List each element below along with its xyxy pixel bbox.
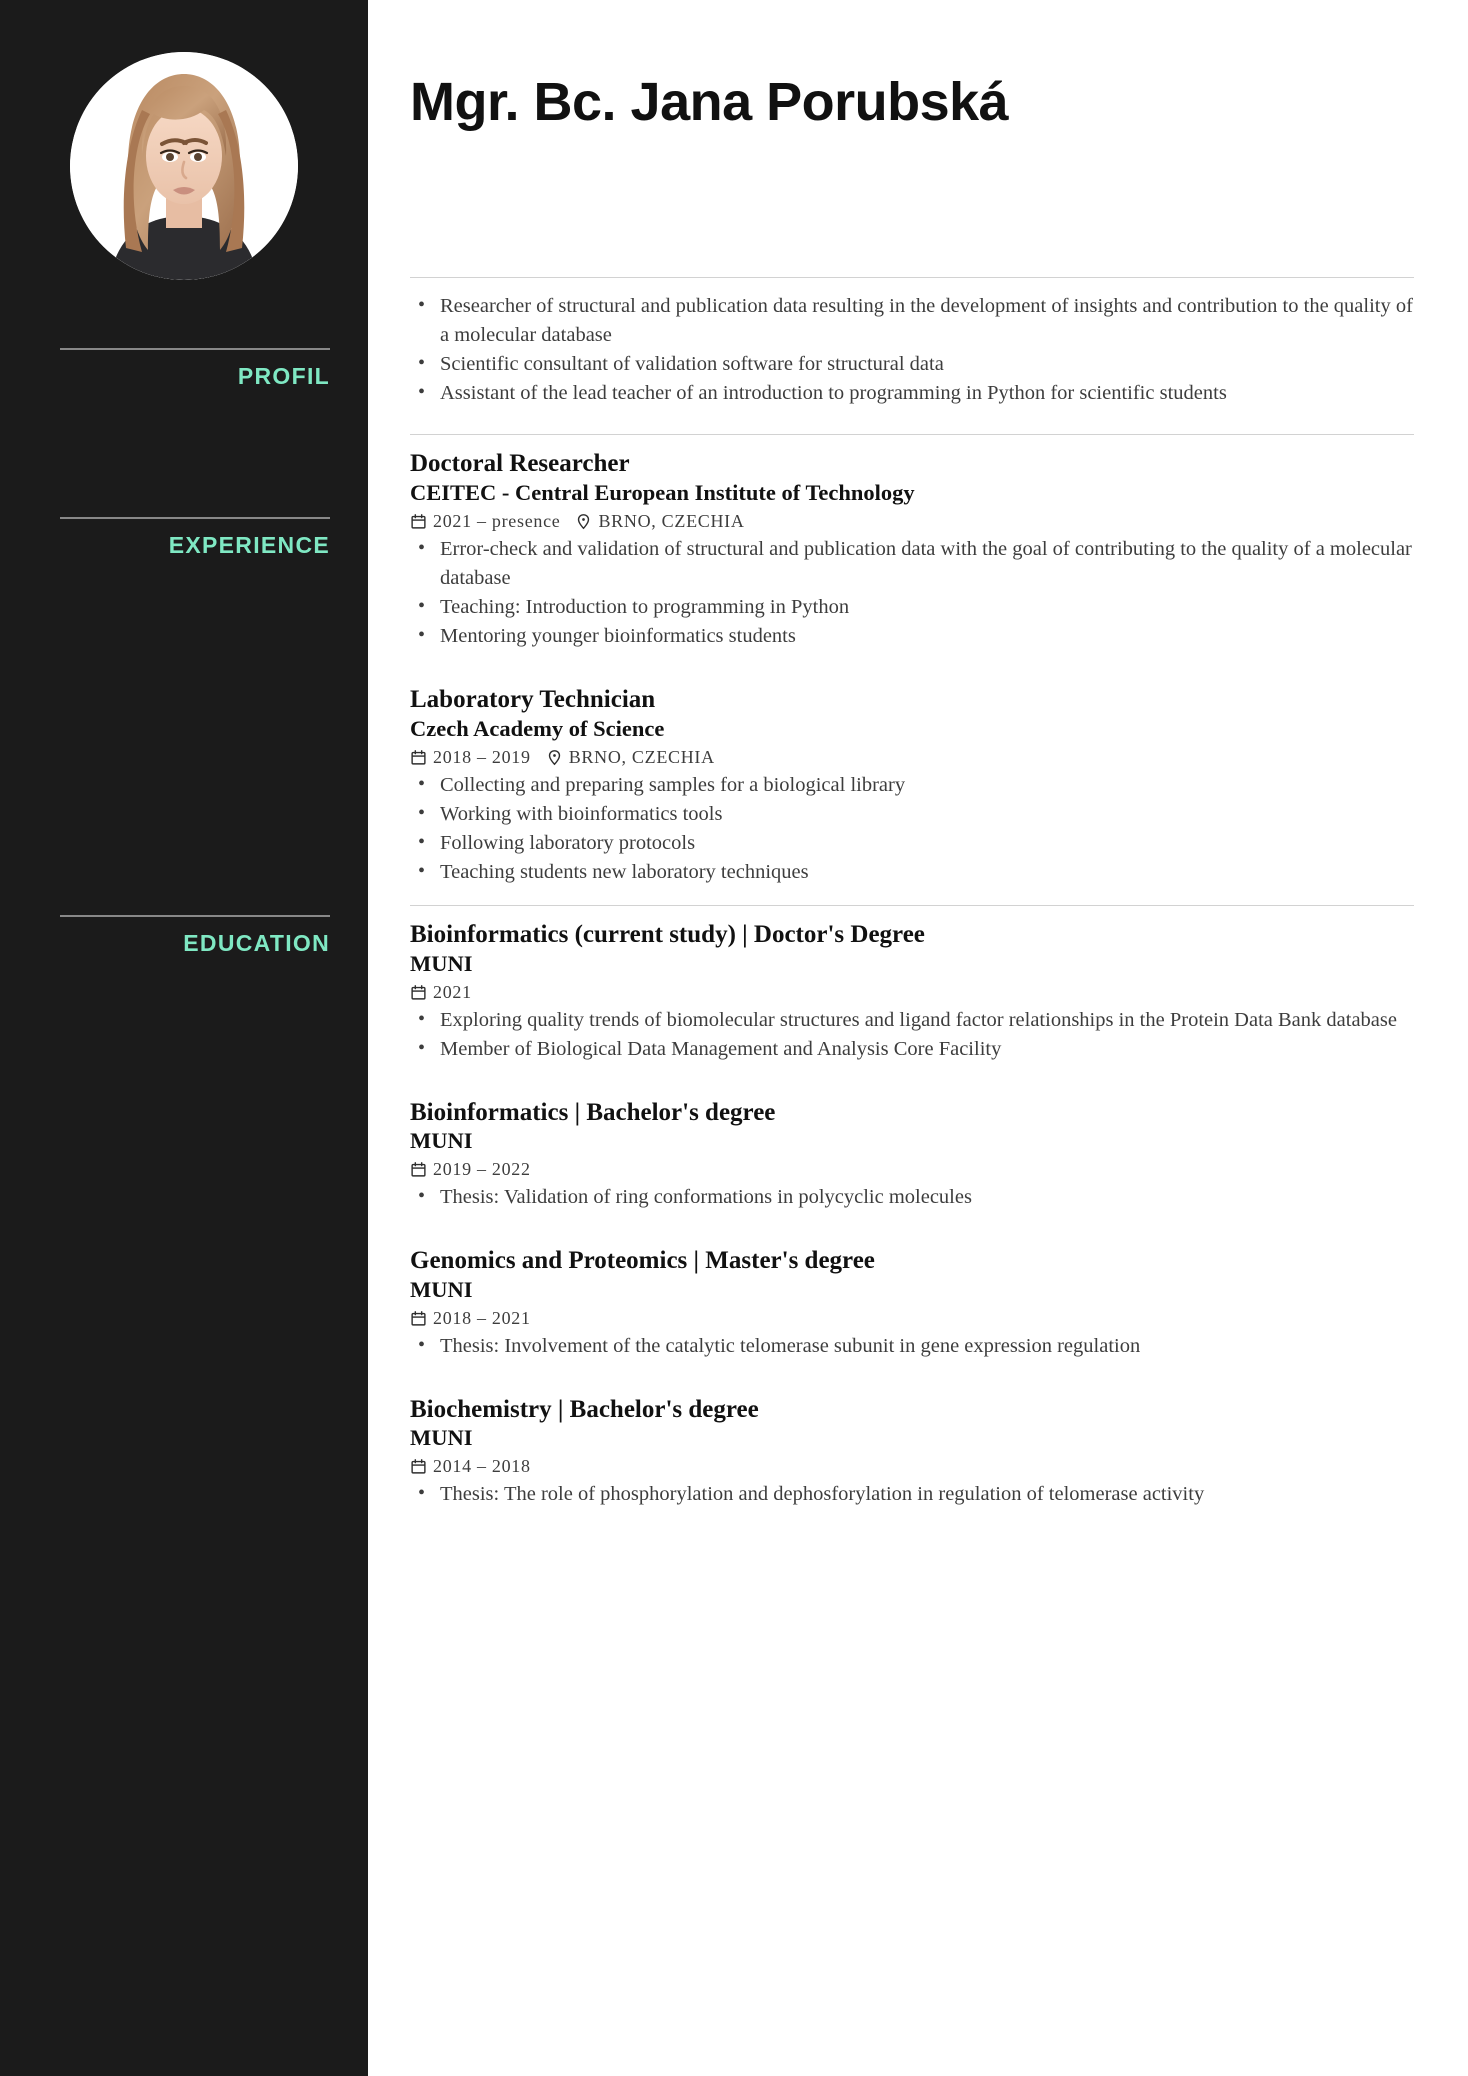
entry-meta: 2018 – 2021 — [410, 1308, 1414, 1329]
entry: Bioinformatics (current study) | Doctor'… — [410, 920, 1414, 1064]
entry-bullet-list: Collecting and preparing samples for a b… — [410, 770, 1414, 887]
list-item: Researcher of structural and publication… — [410, 291, 1414, 350]
entry-bullet-list: Error-check and validation of structural… — [410, 534, 1414, 651]
entry-date-text: 2018 – 2019 — [433, 746, 531, 767]
entry-meta: 2021 – presence BRNO, CZECHIA — [410, 511, 1414, 532]
list-item: Following laboratory protocols — [410, 828, 1414, 858]
header-spacer — [410, 131, 1414, 277]
entry: Bioinformatics | Bachelor's degree MUNI 20… — [410, 1098, 1414, 1213]
entry-meta: 2018 – 2019 BRNO, CZECHIA — [410, 747, 1414, 768]
calendar-icon — [410, 1161, 427, 1178]
entry-date-text: 2014 – 2018 — [433, 1456, 531, 1477]
entry-date: 2021 — [410, 982, 472, 1003]
entry-title: Laboratory Technician — [410, 686, 656, 714]
entry-meta: 2019 – 2022 — [410, 1159, 1414, 1180]
entry-title: Doctoral Researcher — [410, 450, 630, 478]
entry-meta: 2014 – 2018 — [410, 1456, 1414, 1477]
entry-organization: MUNI — [410, 1128, 473, 1154]
entry-meta: 2021 — [410, 982, 1414, 1003]
sidebar-section-education: EDUCATION — [0, 914, 368, 956]
sidebar-divider — [60, 517, 330, 520]
sidebar-item-label-education: EDUCATION — [183, 929, 330, 956]
education-entries: Bioinformatics (current study) | Doctor'… — [410, 920, 1414, 1510]
experience-entries: Doctoral Researcher CEITEC - Central Euro… — [410, 449, 1414, 887]
list-item: Member of Biological Data Management and… — [410, 1034, 1414, 1064]
entry-date: 2019 – 2022 — [410, 1159, 531, 1180]
avatar — [70, 52, 298, 280]
entry-date: 2018 – 2019 — [410, 747, 531, 768]
sidebar-divider — [60, 348, 330, 350]
section-education: Bioinformatics (current study) | Doctor'… — [410, 906, 1414, 1510]
entry-organization: MUNI — [410, 1276, 473, 1302]
entry-organization: MUNI — [410, 950, 473, 976]
entry-bullet-list: Thesis: Validation of ring conformations… — [410, 1182, 1414, 1212]
entry-title: Bioinformatics | Bachelor's degree — [410, 1098, 776, 1126]
list-item: Teaching students new laboratory techniq… — [410, 857, 1414, 887]
list-item: Assistant of the lead teacher of an intr… — [410, 378, 1414, 408]
sidebar-divider — [60, 914, 330, 917]
sidebar-section-profil: PROFIL — [0, 348, 368, 389]
entry-organization: CEITEC - Central European Institute of T… — [410, 479, 915, 505]
entry: Laboratory Technician Czech Academy of Sc… — [410, 685, 1414, 887]
list-item: Scientific consultant of validation soft… — [410, 349, 1414, 379]
calendar-icon — [410, 984, 427, 1001]
list-item: Mentoring younger bioinformatics student… — [410, 621, 1414, 651]
list-item: Collecting and preparing samples for a b… — [410, 770, 1414, 800]
list-item: Thesis: Involvement of the catalytic tel… — [410, 1331, 1414, 1361]
list-item: Error-check and validation of structural… — [410, 534, 1414, 593]
entry-date: 2021 – presence — [410, 511, 560, 532]
calendar-icon — [410, 749, 427, 766]
main-content: Mgr. Bc. Jana Porubská Researcher of str… — [368, 0, 1468, 2076]
profile-bullet-list: Researcher of structural and publication… — [410, 291, 1414, 408]
location-pin-icon — [575, 513, 592, 530]
entry-location: BRNO, CZECHIA — [575, 511, 744, 532]
list-item: Exploring quality trends of biomolecular… — [410, 1004, 1414, 1035]
entry: Biochemistry | Bachelor's degree MUNI 2014… — [410, 1395, 1414, 1510]
entry-date: 2014 – 2018 — [410, 1456, 531, 1477]
sidebar-item-label-experience: EXPERIENCE — [168, 532, 330, 559]
location-pin-icon — [546, 749, 563, 766]
resume-page: PROFIL EXPERIENCE EDUCATION Mgr. Bc. Jan… — [0, 0, 1468, 2076]
entry-date-text: 2019 – 2022 — [433, 1159, 531, 1180]
entry-organization: MUNI — [410, 1425, 473, 1451]
entry-location-text: BRNO, CZECHIA — [598, 510, 745, 531]
section-profil: Researcher of structural and publication… — [410, 278, 1414, 408]
entry-date: 2018 – 2021 — [410, 1308, 531, 1329]
list-item: Thesis: Validation of ring conformations… — [410, 1182, 1414, 1212]
calendar-icon — [410, 1458, 427, 1475]
entry-bullet-list: Thesis: Involvement of the catalytic tel… — [410, 1331, 1414, 1361]
page-title: Mgr. Bc. Jana Porubská — [410, 72, 1009, 132]
sidebar: PROFIL EXPERIENCE EDUCATION — [0, 0, 368, 2076]
entry-date-text: 2018 – 2021 — [433, 1307, 531, 1328]
list-item: Thesis: The role of phosphorylation and … — [410, 1479, 1414, 1509]
entry-bullet-list: Exploring quality trends of biomolecular… — [410, 1004, 1414, 1064]
entry-title: Genomics and Proteomics | Master's degre… — [410, 1247, 875, 1275]
entry-title: Biochemistry | Bachelor's degree — [410, 1395, 759, 1423]
avatar-container — [0, 0, 368, 280]
entry: Genomics and Proteomics | Master's degre… — [410, 1246, 1414, 1361]
calendar-icon — [410, 513, 427, 530]
entry-location: BRNO, CZECHIA — [546, 747, 715, 768]
section-experience: Doctoral Researcher CEITEC - Central Euro… — [410, 435, 1414, 887]
entry-bullet-list: Thesis: The role of phosphorylation and … — [410, 1479, 1414, 1509]
list-item: Teaching: Introduction to programming in… — [410, 592, 1414, 622]
entry-organization: Czech Academy of Science — [410, 715, 665, 741]
entry-title: Bioinformatics (current study) | Doctor'… — [410, 921, 925, 948]
entry-date-text: 2021 — [433, 981, 472, 1002]
sidebar-section-experience: EXPERIENCE — [0, 517, 368, 558]
sidebar-item-label-profil: PROFIL — [237, 363, 330, 389]
calendar-icon — [410, 1310, 427, 1327]
list-item: Working with bioinformatics tools — [410, 799, 1414, 829]
entry: Doctoral Researcher CEITEC - Central Euro… — [410, 449, 1414, 651]
entry-location-text: BRNO, CZECHIA — [568, 746, 715, 767]
entry-date-text: 2021 – presence — [433, 510, 561, 531]
